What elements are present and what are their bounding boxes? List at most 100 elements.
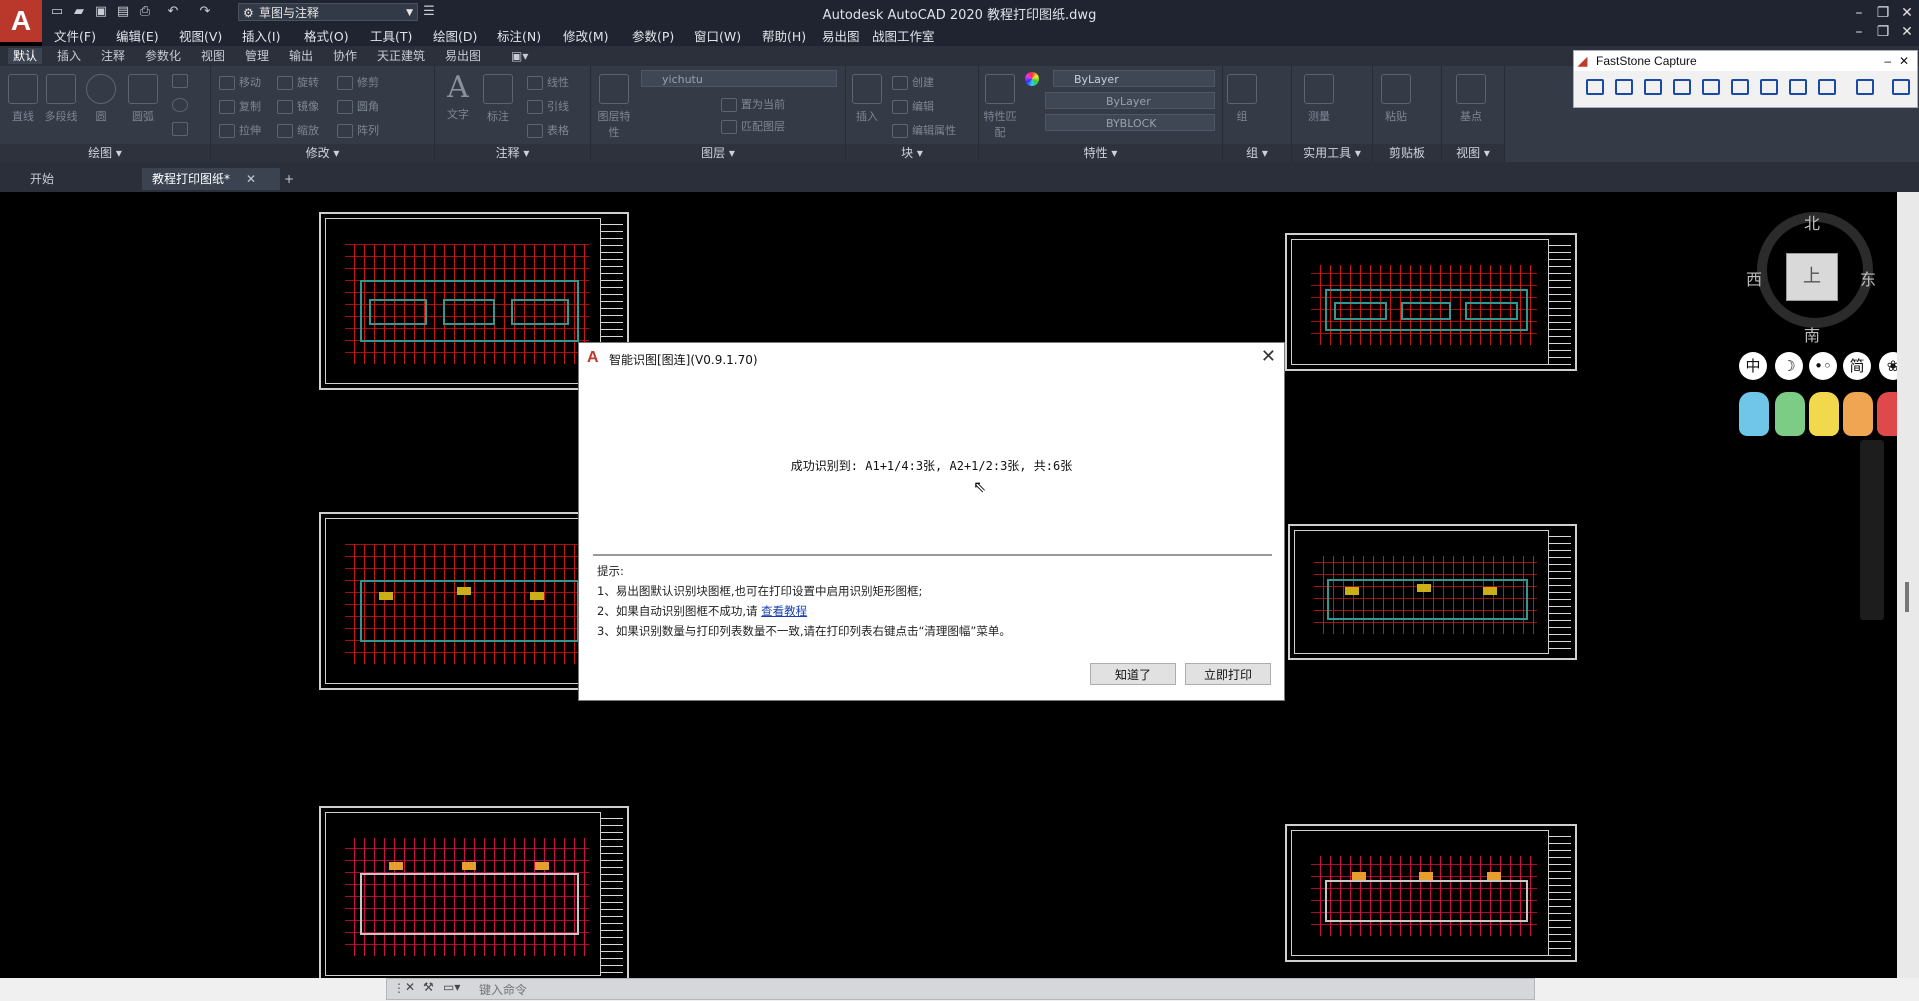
command-close-icon[interactable]: ✕ xyxy=(405,980,415,994)
panel-title-properties[interactable]: 特性 ▾ xyxy=(979,144,1222,162)
drawing-sheet[interactable] xyxy=(1285,233,1577,371)
array-tool[interactable]: 阵列 xyxy=(337,122,379,138)
menu-window[interactable]: 窗口(W) xyxy=(694,26,741,45)
drawing-sheet[interactable] xyxy=(319,806,629,978)
linetype-dropdown[interactable]: ByLayer xyxy=(1045,92,1215,109)
line-tool[interactable]: 直线 xyxy=(6,74,40,124)
compass-west[interactable]: 西 xyxy=(1746,266,1762,290)
capture-object-icon[interactable] xyxy=(1644,79,1662,95)
layer-properties-tool[interactable]: 图层特性 xyxy=(597,74,631,140)
faststone-close-icon[interactable]: ✕ xyxy=(1899,51,1909,71)
tab-insert[interactable]: 插入 xyxy=(52,48,86,64)
menu-modify[interactable]: 修改(M) xyxy=(563,26,609,45)
menu-dimension[interactable]: 标注(N) xyxy=(497,26,541,45)
doc-close-icon[interactable]: ✕ xyxy=(1894,21,1919,43)
color-wheel-icon[interactable] xyxy=(1025,72,1039,86)
capture-output-icon[interactable] xyxy=(1856,79,1874,95)
tab-annotate[interactable]: 注释 xyxy=(96,48,130,64)
layer-dropdown[interactable]: yichutu xyxy=(641,70,837,87)
menu-help[interactable]: 帮助(H) xyxy=(762,26,806,45)
tutorial-link[interactable]: 查看教程 xyxy=(761,604,807,618)
rotate-tool[interactable]: 旋转 xyxy=(277,74,319,90)
trim-tool[interactable]: 修剪 xyxy=(337,74,379,90)
tab-default[interactable]: 默认 xyxy=(8,48,43,64)
panel-title-modify[interactable]: 修改 ▾ xyxy=(211,144,434,162)
ime-chinese-toggle[interactable]: 中 xyxy=(1739,352,1767,380)
hatch-icon[interactable] xyxy=(172,122,192,136)
capture-freehand-icon[interactable] xyxy=(1702,79,1720,95)
new-file-icon[interactable]: ▭ xyxy=(48,3,66,21)
autocad-logo-button[interactable]: A xyxy=(0,0,42,42)
insert-block-tool[interactable]: 插入 xyxy=(850,74,884,124)
wrench-icon[interactable]: ⚒ xyxy=(423,980,434,994)
vertical-scrollbar[interactable] xyxy=(1897,192,1919,978)
base-point-tool[interactable]: 基点 xyxy=(1454,74,1488,124)
edit-attributes-tool[interactable]: 编辑属性 xyxy=(892,122,956,138)
tab-yichutu[interactable]: 易出图 xyxy=(440,48,486,64)
tab-close-icon[interactable]: ✕ xyxy=(236,168,266,190)
customize-toolbar-icon[interactable]: ☰ xyxy=(420,3,438,21)
mirror-tool[interactable]: 镜像 xyxy=(277,98,319,114)
panel-title-groups[interactable]: 组 ▾ xyxy=(1223,144,1291,162)
tab-start[interactable]: 开始 xyxy=(20,168,158,190)
save-as-icon[interactable]: ▤ xyxy=(114,3,132,21)
panel-title-clipboard[interactable]: 剪贴板 xyxy=(1373,144,1441,162)
command-history-icon[interactable]: ▭▾ xyxy=(443,980,460,994)
capture-open-icon[interactable] xyxy=(1586,79,1604,95)
edit-block-tool[interactable]: 编辑 xyxy=(892,98,934,114)
menu-view[interactable]: 视图(V) xyxy=(179,26,222,45)
menu-file[interactable]: 文件(F) xyxy=(54,26,96,45)
ribbon-options-icon[interactable]: ▣▾ xyxy=(506,48,533,64)
tab-parametric[interactable]: 参数化 xyxy=(140,48,186,64)
ok-button[interactable]: 知道了 xyxy=(1090,663,1176,685)
ime-moon-icon[interactable]: ☽ xyxy=(1775,352,1803,380)
polyline-tool[interactable]: 多段线 xyxy=(44,74,78,124)
print-now-button[interactable]: 立即打印 xyxy=(1185,663,1271,685)
capture-fullscreen-icon[interactable] xyxy=(1731,79,1749,95)
compass-east[interactable]: 东 xyxy=(1860,266,1876,290)
command-input[interactable] xyxy=(477,981,1521,999)
navigation-bar[interactable] xyxy=(1860,440,1884,620)
compass-south[interactable]: 南 xyxy=(1804,322,1820,346)
viewcube-top-face[interactable]: 上 xyxy=(1786,253,1838,301)
capture-scrolling-icon[interactable] xyxy=(1760,79,1778,95)
undo-icon[interactable]: ↶ xyxy=(164,3,182,21)
compass-north[interactable]: 北 xyxy=(1804,210,1820,234)
group-tool[interactable]: 组 xyxy=(1225,74,1259,124)
measure-tool[interactable]: 测量 xyxy=(1302,74,1336,124)
capture-settings-icon[interactable] xyxy=(1892,79,1910,95)
fillet-tool[interactable]: 圆角 xyxy=(337,98,379,114)
lineweight-dropdown[interactable]: BYBLOCK xyxy=(1045,114,1215,131)
arc-tool[interactable]: 圆弧 xyxy=(126,74,160,124)
tab-collaborate[interactable]: 协作 xyxy=(328,48,362,64)
drawing-sheet[interactable] xyxy=(1288,524,1577,660)
color-dropdown[interactable]: ByLayer xyxy=(1053,70,1215,87)
panel-title-draw[interactable]: 绘图 ▾ xyxy=(0,144,210,162)
tab-manage[interactable]: 管理 xyxy=(240,48,274,64)
capture-fixed-region-icon[interactable] xyxy=(1789,79,1807,95)
menu-draw[interactable]: 绘图(D) xyxy=(433,26,477,45)
workspace-dropdown[interactable]: ⚙ 草图与注释 ▼ xyxy=(238,3,418,21)
save-icon[interactable]: ▣ xyxy=(92,3,110,21)
set-current-tool[interactable]: 置为当前 xyxy=(721,96,785,112)
tab-tangent[interactable]: 天正建筑 xyxy=(372,48,430,64)
menu-tools[interactable]: 工具(T) xyxy=(370,26,412,45)
ime-punctuation-icon[interactable]: •◦ xyxy=(1809,352,1837,380)
menu-studio[interactable]: 战图工作室 xyxy=(872,26,935,45)
menu-format[interactable]: 格式(O) xyxy=(304,26,349,45)
menu-insert[interactable]: 插入(I) xyxy=(242,26,280,45)
circle-tool[interactable]: 圆 xyxy=(84,74,118,124)
drawing-sheet[interactable] xyxy=(1285,824,1577,962)
grip-icon[interactable]: ⋮ xyxy=(393,981,405,995)
menu-edit[interactable]: 编辑(E) xyxy=(116,26,159,45)
menu-yichutu[interactable]: 易出图 xyxy=(822,26,860,45)
panel-title-utilities[interactable]: 实用工具 ▾ xyxy=(1292,144,1372,162)
panel-title-view[interactable]: 视图 ▾ xyxy=(1442,144,1504,162)
stretch-tool[interactable]: 拉伸 xyxy=(219,122,261,138)
panel-title-block[interactable]: 块 ▾ xyxy=(846,144,978,162)
copy-tool[interactable]: 复制 xyxy=(219,98,261,114)
scale-tool[interactable]: 缩放 xyxy=(277,122,319,138)
redo-icon[interactable]: ↷ xyxy=(196,3,214,21)
match-properties-tool[interactable]: 特性匹配 xyxy=(983,74,1017,140)
print-icon[interactable]: ⎙ xyxy=(136,3,154,21)
